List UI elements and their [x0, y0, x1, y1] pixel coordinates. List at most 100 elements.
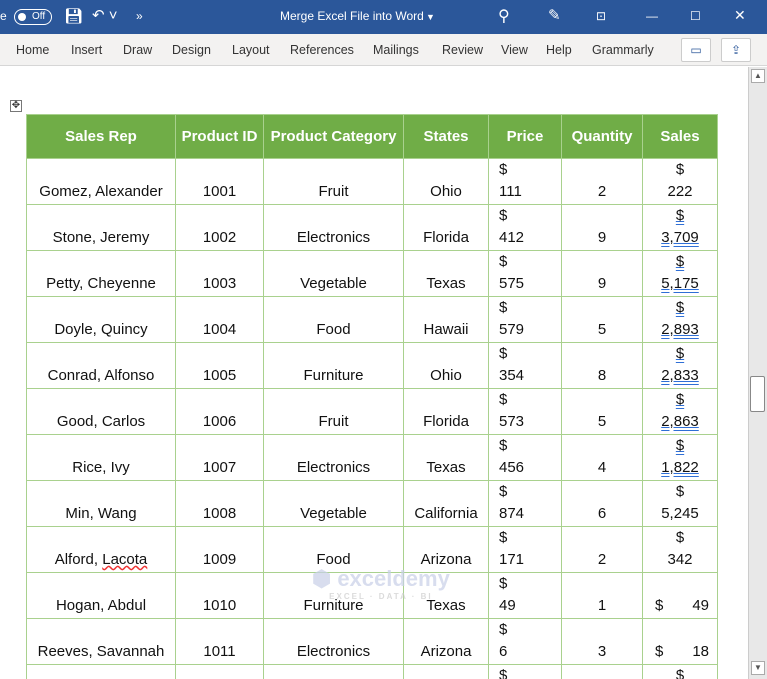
state-cell[interactable]: Florida	[403, 388, 489, 435]
sales-rep-cell[interactable]: Alford, Lacota	[26, 526, 176, 573]
minimize-icon[interactable]: —	[646, 9, 658, 23]
sales-cell[interactable]: $1,822	[642, 434, 718, 481]
category-cell[interactable]: Electronics	[263, 618, 404, 665]
quantity-cell[interactable]: 1	[561, 572, 643, 619]
sales-rep-cell[interactable]: Good, Carlos	[26, 388, 176, 435]
tab-home[interactable]: Home	[16, 43, 49, 57]
designer-icon[interactable]: ✎	[548, 6, 561, 24]
sales-cell[interactable]: $18	[642, 618, 718, 665]
scroll-up-icon[interactable]: ▲	[751, 69, 765, 83]
product-id-cell[interactable]: 1007	[175, 434, 264, 481]
product-id-cell[interactable]: 1003	[175, 250, 264, 297]
quantity-cell[interactable]: 5	[561, 296, 643, 343]
ribbon-display-icon[interactable]: ⊡	[596, 9, 606, 23]
tab-design[interactable]: Design	[172, 43, 211, 57]
maximize-icon[interactable]: ☐	[690, 9, 701, 23]
price-cell[interactable]: $412	[488, 204, 562, 251]
quantity-cell[interactable]: 4	[561, 434, 643, 481]
vertical-scrollbar[interactable]: ▲ ▼	[748, 67, 767, 679]
close-icon[interactable]: ✕	[734, 7, 746, 24]
product-id-cell[interactable]: 1010	[175, 572, 264, 619]
category-cell[interactable]: Fruit	[263, 158, 404, 205]
tab-grammarly[interactable]: Grammarly	[592, 43, 654, 57]
tab-layout[interactable]: Layout	[232, 43, 270, 57]
product-id-cell[interactable]: 1008	[175, 480, 264, 527]
product-id-cell[interactable]: 1012	[175, 664, 264, 679]
quantity-cell[interactable]: 8	[561, 342, 643, 389]
tab-mailings[interactable]: Mailings	[373, 43, 419, 57]
quantity-cell[interactable]: 2	[561, 158, 643, 205]
price-cell[interactable]: $579	[488, 296, 562, 343]
quantity-cell[interactable]: 9	[561, 250, 643, 297]
sales-rep-cell[interactable]: Gomez, Alexander	[26, 158, 176, 205]
product-id-cell[interactable]: 1004	[175, 296, 264, 343]
sales-rep-cell[interactable]: Min, Wang	[26, 480, 176, 527]
product-id-cell[interactable]: 1002	[175, 204, 264, 251]
sales-cell[interactable]: $5,175	[642, 250, 718, 297]
price-cell[interactable]: $925	[488, 664, 562, 679]
price-cell[interactable]: $111	[488, 158, 562, 205]
save-icon[interactable]: 💾︎	[64, 7, 83, 25]
sales-rep-cell[interactable]: Abbott, Raymond	[26, 664, 176, 679]
state-cell[interactable]: Texas	[403, 434, 489, 481]
sales-cell[interactable]: $5,245	[642, 480, 718, 527]
sales-rep-cell[interactable]: Rice, Ivy	[26, 434, 176, 481]
quantity-cell[interactable]: 6	[561, 480, 643, 527]
price-cell[interactable]: $171	[488, 526, 562, 573]
more-commands-icon[interactable]: »	[136, 9, 143, 23]
price-cell[interactable]: $573	[488, 388, 562, 435]
autosave-toggle[interactable]: Off	[14, 9, 52, 25]
category-cell[interactable]: Fruit	[263, 664, 404, 679]
price-cell[interactable]: $575	[488, 250, 562, 297]
sales-cell[interactable]: $49	[642, 572, 718, 619]
state-cell[interactable]: Texas	[403, 250, 489, 297]
sales-cell[interactable]: $3,709	[642, 204, 718, 251]
sales-cell[interactable]: $342	[642, 526, 718, 573]
scroll-thumb[interactable]	[750, 376, 765, 412]
share-button[interactable]: ⇪	[721, 38, 751, 62]
sales-rep-cell[interactable]: Stone, Jeremy	[26, 204, 176, 251]
sales-cell[interactable]: $2,863	[642, 388, 718, 435]
category-cell[interactable]: Vegetable	[263, 250, 404, 297]
sales-rep-cell[interactable]: Reeves, Savannah	[26, 618, 176, 665]
sales-cell[interactable]: $2,833	[642, 342, 718, 389]
product-id-cell[interactable]: 1005	[175, 342, 264, 389]
document-title[interactable]: Merge Excel File into Word	[280, 9, 424, 23]
category-cell[interactable]: Electronics	[263, 204, 404, 251]
state-cell[interactable]: Hawaii	[403, 296, 489, 343]
tab-insert[interactable]: Insert	[71, 43, 102, 57]
product-id-cell[interactable]: 1001	[175, 158, 264, 205]
category-cell[interactable]: Vegetable	[263, 480, 404, 527]
state-cell[interactable]: California	[403, 480, 489, 527]
state-cell[interactable]: Florida	[403, 204, 489, 251]
title-dropdown-icon[interactable]: ▼	[426, 12, 435, 22]
category-cell[interactable]: Furniture	[263, 342, 404, 389]
sales-cell[interactable]: $2,893	[642, 296, 718, 343]
state-cell[interactable]: Arizona	[403, 618, 489, 665]
tab-references[interactable]: References	[290, 43, 354, 57]
state-cell[interactable]: Ohio	[403, 158, 489, 205]
quantity-cell[interactable]: 5	[561, 664, 643, 679]
state-cell[interactable]: Ohio	[403, 664, 489, 679]
product-id-cell[interactable]: 1011	[175, 618, 264, 665]
search-icon[interactable]: ⚲	[498, 6, 510, 26]
product-id-cell[interactable]: 1006	[175, 388, 264, 435]
category-cell[interactable]: Fruit	[263, 388, 404, 435]
sales-cell[interactable]: $4,626	[642, 664, 718, 679]
category-cell[interactable]: Food	[263, 296, 404, 343]
product-id-cell[interactable]: 1009	[175, 526, 264, 573]
sales-rep-cell[interactable]: Petty, Cheyenne	[26, 250, 176, 297]
quantity-cell[interactable]: 3	[561, 618, 643, 665]
price-cell[interactable]: $49	[488, 572, 562, 619]
price-cell[interactable]: $6	[488, 618, 562, 665]
price-cell[interactable]: $456	[488, 434, 562, 481]
quantity-cell[interactable]: 2	[561, 526, 643, 573]
sales-rep-cell[interactable]: Hogan, Abdul	[26, 572, 176, 619]
undo-icon[interactable]: ↶ ˅	[92, 6, 118, 24]
price-cell[interactable]: $874	[488, 480, 562, 527]
state-cell[interactable]: Ohio	[403, 342, 489, 389]
tab-help[interactable]: Help	[546, 43, 572, 57]
sales-rep-cell[interactable]: Conrad, Alfonso	[26, 342, 176, 389]
category-cell[interactable]: Electronics	[263, 434, 404, 481]
scroll-down-icon[interactable]: ▼	[751, 661, 765, 675]
